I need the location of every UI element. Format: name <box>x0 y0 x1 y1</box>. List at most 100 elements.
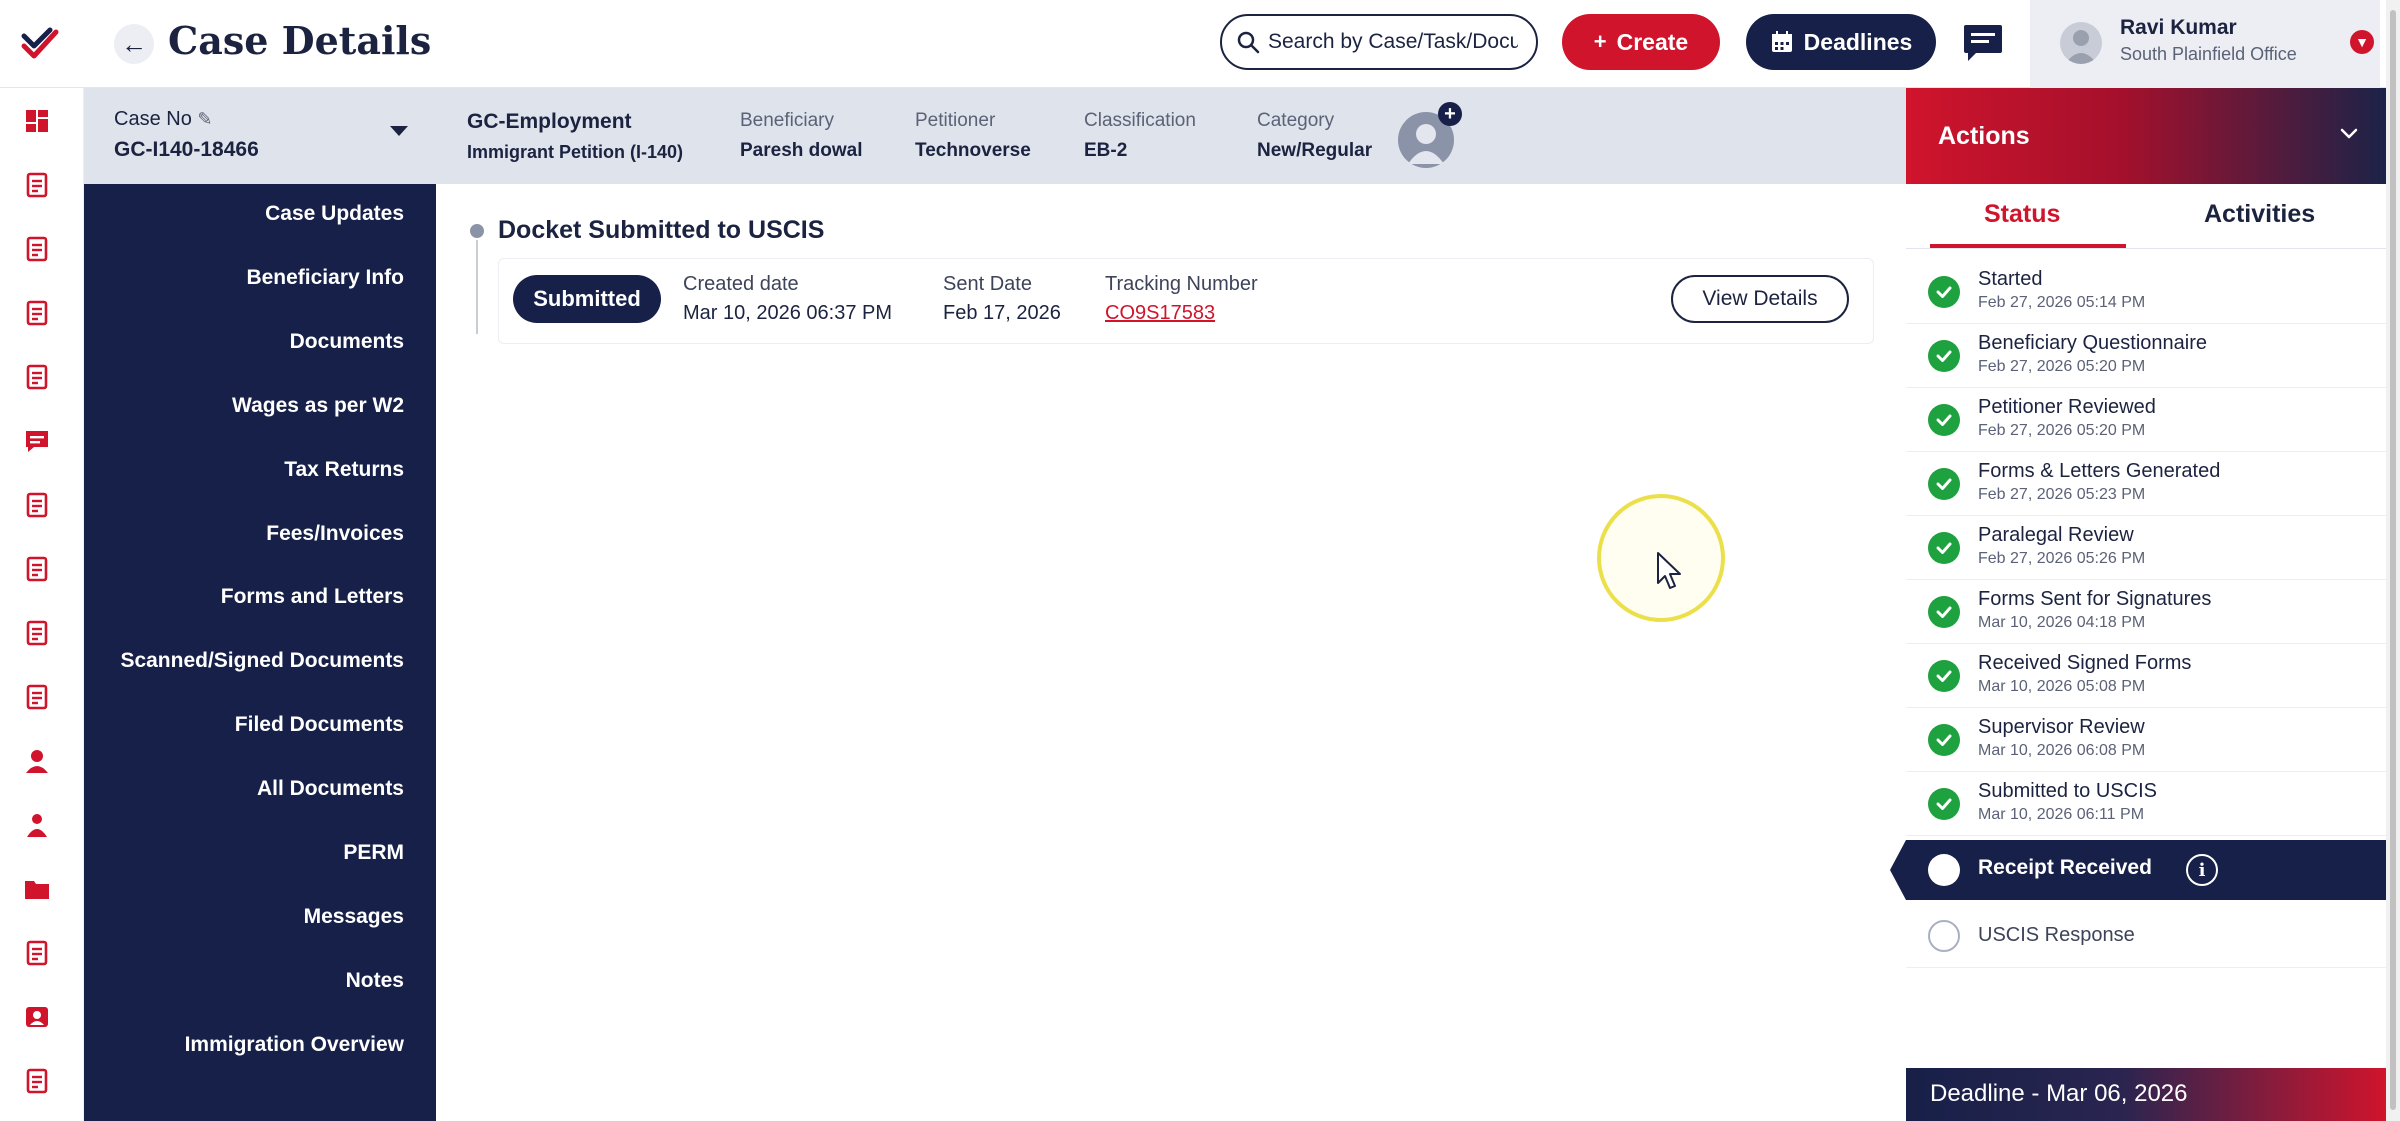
check-circle-icon <box>1928 340 1960 372</box>
report-icon[interactable] <box>20 360 54 394</box>
nav-item[interactable]: Tax Returns <box>284 458 404 482</box>
step-date: Mar 10, 2026 05:08 PM <box>1978 678 2146 695</box>
field-label: Petitioner <box>915 110 996 131</box>
check-circle-icon <box>1928 276 1960 308</box>
status-step[interactable]: Received Signed Forms Mar 10, 2026 05:08 … <box>1906 644 2386 708</box>
case-type: GC-Employment Immigrant Petition (I-140) <box>467 110 683 163</box>
status-step[interactable]: Paralegal Review Feb 27, 2026 05:26 PM <box>1906 516 2386 580</box>
nav-item[interactable]: Filed Documents <box>235 713 404 737</box>
case-dropdown-icon[interactable] <box>390 126 408 136</box>
step-name: Forms Sent for Signatures <box>1978 588 2212 610</box>
beneficiary-field: Beneficiary Paresh dowal <box>740 110 863 162</box>
status-step[interactable]: Submitted to USCIS Mar 10, 2026 06:11 PM <box>1906 772 2386 836</box>
main-content: Docket Submitted to USCIS Submitted Crea… <box>436 184 1906 1121</box>
step-date: Feb 27, 2026 05:20 PM <box>1978 358 2146 375</box>
edit-pencil-icon[interactable]: ✎ <box>197 109 212 129</box>
folder-icon[interactable] <box>20 872 54 906</box>
status-step[interactable]: Forms Sent for Signatures Mar 10, 2026 04… <box>1906 580 2386 644</box>
fees-icon[interactable] <box>20 616 54 650</box>
field-label: Beneficiary <box>740 110 834 131</box>
step-date: Mar 10, 2026 06:08 PM <box>1978 742 2146 759</box>
nav-item[interactable]: PERM <box>343 841 404 865</box>
back-arrow-icon[interactable]: ← <box>114 24 154 64</box>
actions-header[interactable]: Actions <box>1906 88 2386 184</box>
step-date: Feb 27, 2026 05:14 PM <box>1978 294 2146 311</box>
step-name: Received Signed Forms <box>1978 652 2192 674</box>
add-member-icon[interactable]: + <box>1438 102 1462 126</box>
nav-item[interactable]: Forms and Letters <box>221 585 404 609</box>
step-date: Feb 27, 2026 05:20 PM <box>1978 422 2146 439</box>
nav-item[interactable]: Notes <box>346 969 404 993</box>
user-menu[interactable]: Ravi Kumar South Plainfield Office ▼ <box>2030 0 2380 88</box>
info-icon[interactable]: i <box>2186 854 2218 886</box>
file-list-icon[interactable] <box>20 1064 54 1098</box>
deadlines-button[interactable]: Deadlines <box>1746 14 1936 70</box>
check-circle-icon <box>1928 788 1960 820</box>
tracking-number-field: Tracking Number CO9S17583 <box>1105 273 1258 325</box>
message-icon[interactable] <box>20 424 54 458</box>
profile-icon[interactable] <box>20 1000 54 1034</box>
edit-document-icon[interactable] <box>20 552 54 586</box>
status-badge: Submitted <box>513 275 661 323</box>
current-step-circle-icon <box>1928 854 1960 886</box>
note-icon[interactable] <box>20 936 54 970</box>
nav-item[interactable]: Beneficiary Info <box>246 266 404 290</box>
step-name: Paralegal Review <box>1978 524 2134 546</box>
nav-item[interactable]: Scanned/Signed Documents <box>120 649 404 673</box>
plus-icon: + <box>1593 29 1607 54</box>
app-logo-icon[interactable] <box>14 18 66 70</box>
created-date-label: Created date <box>683 273 799 295</box>
case-info-bar: Case No ✎ GC-I140-18466 GC-Employment Im… <box>84 88 1906 184</box>
nav-item[interactable]: Case Updates <box>265 202 404 226</box>
search-icon <box>1237 31 1260 54</box>
case-subtype: Immigrant Petition (I-140) <box>467 142 684 162</box>
user-icon[interactable] <box>20 744 54 778</box>
chevron-down-icon[interactable] <box>2338 122 2360 144</box>
team-icon[interactable] <box>20 808 54 842</box>
dashboard-icon[interactable] <box>20 104 54 138</box>
building-icon[interactable] <box>20 296 54 330</box>
page-title: Case Details <box>168 18 432 63</box>
view-details-button[interactable]: View Details <box>1671 275 1849 323</box>
status-step[interactable]: Petitioner Reviewed Feb 27, 2026 05:20 PM <box>1906 388 2386 452</box>
scrollbar-thumb[interactable] <box>2390 10 2396 1110</box>
deadlines-button-label: Deadlines <box>1803 28 1913 55</box>
nav-item[interactable]: All Documents <box>257 777 404 801</box>
actions-panel: Actions Status Activities Deadline - Mar… <box>1890 88 2386 1121</box>
calendar-icon <box>1771 31 1792 52</box>
nav-item[interactable]: Messages <box>304 905 404 929</box>
chevron-down-icon[interactable]: ▼ <box>2350 30 2374 54</box>
nav-item[interactable]: Wages as per W2 <box>232 394 404 418</box>
create-button[interactable]: + Create <box>1562 14 1720 70</box>
field-label: Classification <box>1084 110 1196 131</box>
status-step[interactable]: Supervisor Review Mar 10, 2026 06:08 PM <box>1906 708 2386 772</box>
search-box[interactable] <box>1220 14 1538 70</box>
form-icon[interactable] <box>20 488 54 522</box>
case-no-label: Case No ✎ <box>114 108 213 130</box>
tab-status[interactable]: Status <box>1984 200 2060 229</box>
status-step[interactable]: Forms & Letters Generated Feb 27, 2026 05… <box>1906 452 2386 516</box>
empty-circle-icon <box>1928 920 1960 952</box>
status-step[interactable]: Started Feb 27, 2026 05:14 PM <box>1906 260 2386 324</box>
top-header: ← Case Details + Create <box>0 0 2400 88</box>
status-step-current[interactable]: Receipt Received i <box>1890 840 2386 900</box>
sent-date-value: Feb 17, 2026 <box>943 302 1061 324</box>
search-input[interactable] <box>1268 30 1518 54</box>
sent-date-label: Sent Date <box>943 273 1032 295</box>
tracking-number-link[interactable]: CO9S17583 <box>1105 302 1258 325</box>
clipboard-icon[interactable] <box>20 680 54 714</box>
document-icon[interactable] <box>20 168 54 202</box>
nav-item[interactable]: Fees/Invoices <box>266 522 404 546</box>
tracking-number-label: Tracking Number <box>1105 273 1258 295</box>
status-step[interactable]: Beneficiary Questionnaire Feb 27, 2026 05… <box>1906 324 2386 388</box>
step-name: Started <box>1978 268 2043 290</box>
tab-activities[interactable]: Activities <box>2204 200 2315 229</box>
case-icon[interactable] <box>20 232 54 266</box>
nav-item[interactable]: Immigration Overview <box>185 1033 404 1057</box>
chat-icon[interactable] <box>1960 20 2006 66</box>
status-step-pending[interactable]: USCIS Response <box>1906 904 2386 968</box>
user-office: South Plainfield Office <box>2120 44 2297 64</box>
nav-item[interactable]: Documents <box>290 330 404 354</box>
deadline-text: Deadline - Mar 06, 2026 <box>1930 1080 2188 1107</box>
mouse-cursor-icon <box>1657 552 1681 589</box>
